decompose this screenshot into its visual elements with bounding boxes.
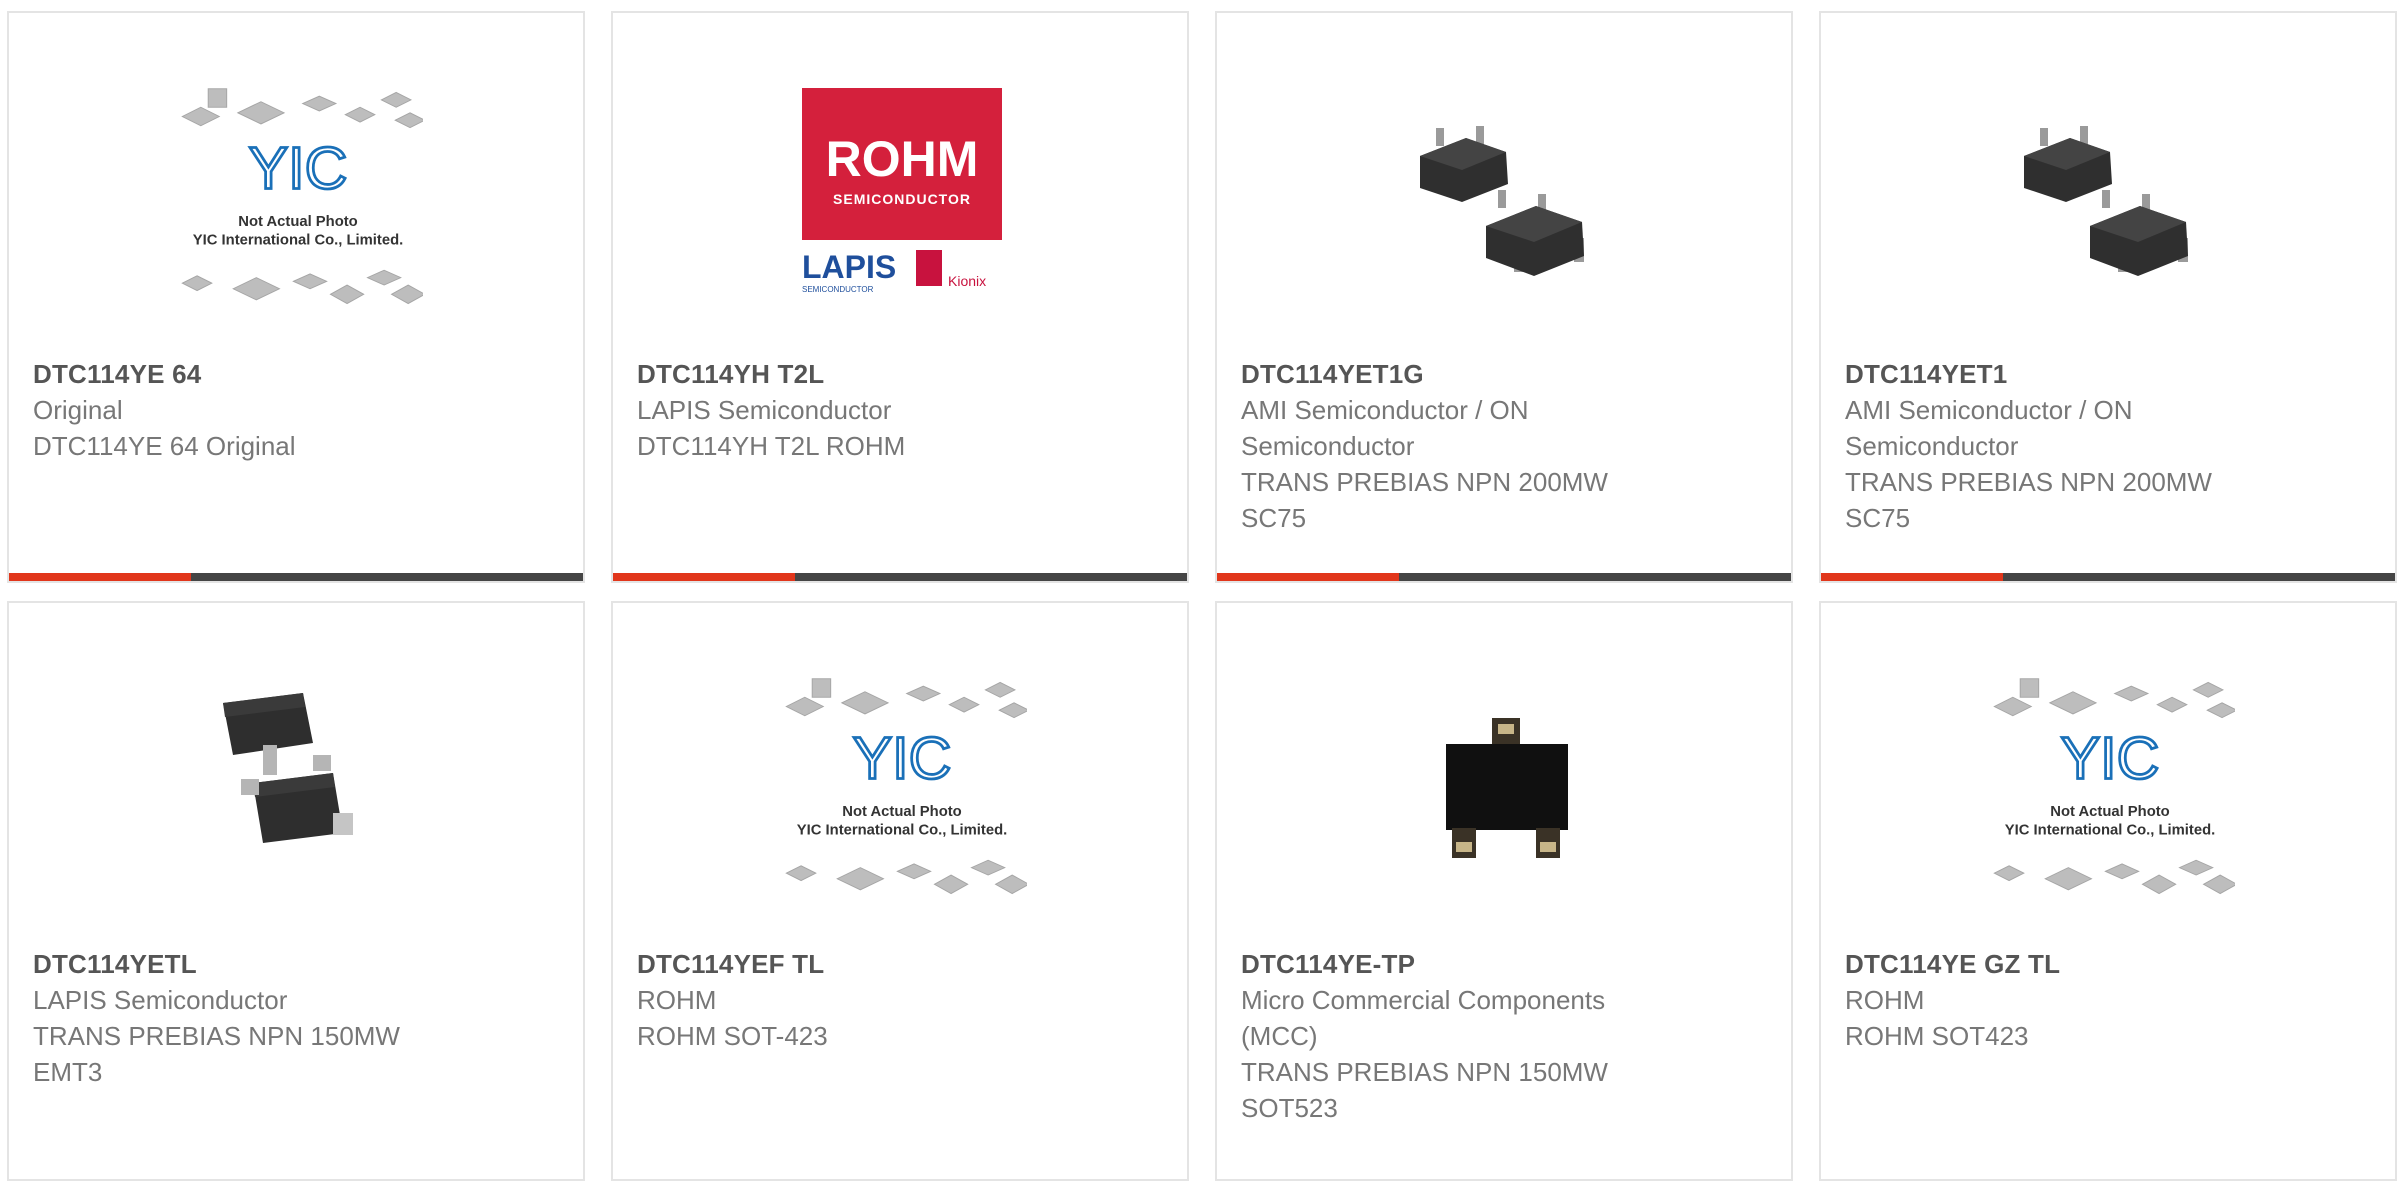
svg-text:YIC International Co., Limited: YIC International Co., Limited.	[2005, 822, 2215, 838]
product-card[interactable]: YIC Not Actual Photo YIC International C…	[7, 11, 585, 583]
product-image-placeholder: YIC Not Actual Photo YIC International C…	[173, 83, 423, 313]
product-card[interactable]: DTC114YET1G AMI Semiconductor / ON Semic…	[1215, 11, 1793, 583]
description: DTC114YE 64 Original	[33, 431, 296, 461]
product-card[interactable]: DTC114YET1 AMI Semiconductor / ON Semico…	[1819, 11, 2397, 583]
rohm-brand: ROHM	[826, 131, 979, 187]
rohm-logo-image: ROHM SEMICONDUCTOR LAPIS SEMICONDUCTOR K…	[777, 83, 1027, 313]
product-card[interactable]: ROHM SEMICONDUCTOR LAPIS SEMICONDUCTOR K…	[611, 11, 1189, 583]
product-image-placeholder: YIC Not Actual Photo YIC International C…	[777, 673, 1027, 903]
product-card[interactable]: DTC114YE-TP Micro Commercial Components …	[1215, 601, 1793, 1181]
yic-logo: YIC	[853, 725, 952, 792]
kionix-brand: Kionix	[948, 273, 986, 289]
product-card[interactable]: YIC Not Actual Photo YIC International C…	[611, 601, 1189, 1181]
description: ROHM SOT-423	[637, 1021, 828, 1051]
product-card[interactable]: YIC Not Actual Photo YIC International C…	[1819, 601, 2397, 1181]
description: TRANS PREBIAS NPN 150MW SOT523	[1241, 1057, 1608, 1123]
yic-logo: YIC	[2061, 725, 2160, 792]
yic-logo: YIC	[249, 135, 348, 202]
part-number[interactable]: DTC114YET1	[1845, 356, 2371, 392]
svg-text:Not Actual Photo: Not Actual Photo	[842, 804, 961, 820]
description: ROHM SOT423	[1845, 1021, 2029, 1051]
part-number[interactable]: DTC114YE GZ TL	[1845, 946, 2371, 982]
part-number[interactable]: DTC114YE 64	[33, 356, 559, 392]
manufacturer: LAPIS Semiconductor	[33, 985, 288, 1015]
part-number[interactable]: DTC114YET1G	[1241, 356, 1767, 392]
part-number[interactable]: DTC114YE-TP	[1241, 946, 1767, 982]
manufacturer: AMI Semiconductor / ON Semiconductor	[1845, 395, 2133, 461]
svg-text:Not Actual Photo: Not Actual Photo	[2050, 804, 2169, 820]
card-accent-bar	[613, 573, 1187, 581]
card-accent-bar	[1821, 573, 2395, 581]
description: DTC114YH T2L ROHM	[637, 431, 906, 461]
manufacturer: ROHM	[1845, 985, 1925, 1015]
svg-text:YIC International Co., Limited: YIC International Co., Limited.	[797, 822, 1007, 838]
sc75-package-image	[1985, 83, 2235, 313]
product-card[interactable]: DTC114YETL LAPIS Semiconductor TRANS PRE…	[7, 601, 585, 1181]
manufacturer: Original	[33, 395, 123, 425]
product-image-placeholder: YIC Not Actual Photo YIC International C…	[1985, 673, 2235, 903]
description: TRANS PREBIAS NPN 200MW SC75	[1241, 467, 1608, 533]
part-number[interactable]: DTC114YETL	[33, 946, 559, 982]
svg-text:YIC International Co., Limited: YIC International Co., Limited.	[193, 232, 403, 248]
svg-text:SEMICONDUCTOR: SEMICONDUCTOR	[802, 285, 874, 294]
manufacturer: Micro Commercial Components (MCC)	[1241, 985, 1606, 1051]
part-number[interactable]: DTC114YEF TL	[637, 946, 1163, 982]
emt3-package-image	[173, 673, 423, 903]
lapis-brand: LAPIS	[802, 249, 896, 285]
description: TRANS PREBIAS NPN 150MW EMT3	[33, 1021, 400, 1087]
sc75-package-image	[1381, 83, 1631, 313]
svg-text:Not Actual Photo: Not Actual Photo	[238, 214, 357, 230]
card-accent-bar	[1217, 573, 1791, 581]
manufacturer: LAPIS Semiconductor	[637, 395, 892, 425]
svg-text:SEMICONDUCTOR: SEMICONDUCTOR	[833, 191, 971, 207]
part-number[interactable]: DTC114YH T2L	[637, 356, 1163, 392]
description: TRANS PREBIAS NPN 200MW SC75	[1845, 467, 2212, 533]
manufacturer: ROHM	[637, 985, 717, 1015]
manufacturer: AMI Semiconductor / ON Semiconductor	[1241, 395, 1529, 461]
card-accent-bar	[9, 573, 583, 581]
sot523-package-image	[1381, 673, 1631, 903]
